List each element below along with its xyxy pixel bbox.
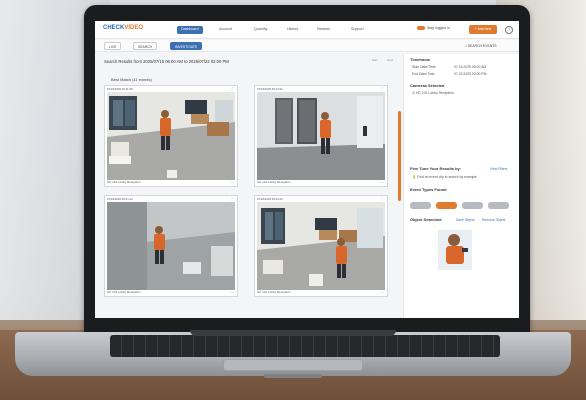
refine-title: Fine Tune Your Results by: <box>410 166 462 171</box>
logo-prefix: CHECK <box>103 25 125 31</box>
start-value[interactable]: 07.15.2025 06:00 AM <box>454 65 486 69</box>
event-type-chip[interactable] <box>462 202 483 209</box>
camera-tile[interactable]: 07/18/2025 06:21:12 ⋮ HC 101 Lobby Recep… <box>104 195 238 297</box>
camera-timestamp: 07/18/2025 06:24:40 <box>257 197 283 201</box>
camera-more-icon[interactable]: ⋯ <box>230 290 234 295</box>
laptop-notch <box>264 374 322 378</box>
camera-grid: 07/18/2025 06:11:08 ⋮ HC 101 Lobby Recep… <box>104 85 396 303</box>
start-label: Start Date/Time <box>412 65 436 69</box>
filter-sidebar: Timeframe Start Date/Time 07.15.2025 06:… <box>403 54 519 318</box>
nav-quantity[interactable]: Quantity <box>250 26 271 34</box>
search-events-link[interactable]: ⌕ SEARCH EVENTS <box>465 42 496 50</box>
refine-hint-text: Find an event clip to search by example <box>417 175 477 179</box>
grid-control[interactable]: Grid <box>387 58 393 62</box>
laptop-hinge <box>190 330 396 336</box>
sort-control[interactable]: Sort <box>372 58 378 62</box>
stay-logged-in-label: Stay logged in <box>427 26 450 30</box>
live-button[interactable]: LIVE <box>104 42 122 50</box>
nav-history[interactable]: History <box>283 26 302 34</box>
camera-timestamp: 07/18/2025 06:13:32 <box>257 87 283 91</box>
brand-logo[interactable]: CHECKVIDEO <box>103 25 143 31</box>
end-label: End Date/Time <box>412 72 435 76</box>
laptop-screen: CHECKVIDEO Dashboard Account Quantity Hi… <box>95 21 519 318</box>
timeframe-title: Timeframe <box>410 57 431 62</box>
best-match-label: Best Match (11 events) <box>111 77 152 82</box>
laptop-keyboard <box>110 335 500 357</box>
camera-label: HC 101 Lobby Reception <box>257 180 291 184</box>
camera-more-icon[interactable]: ⋯ <box>230 180 234 185</box>
camera-label: HC 101 Lobby Reception <box>257 290 291 294</box>
event-type-chip[interactable] <box>436 202 457 209</box>
camera-timestamp: 07/18/2025 06:21:12 <box>107 197 133 201</box>
camera-timestamp: 07/18/2025 06:11:08 <box>107 87 133 91</box>
top-navigation: CHECKVIDEO Dashboard Account Quantity Hi… <box>95 21 519 39</box>
investigate-button[interactable]: INVESTIGATE <box>170 42 203 50</box>
object-thumbnail[interactable] <box>438 230 472 270</box>
event-type-chip[interactable] <box>410 202 431 209</box>
laptop-trackpad <box>223 359 363 371</box>
camera-view-lobby <box>107 92 235 180</box>
camera-menu-icon[interactable]: ⋮ <box>230 196 234 201</box>
remove-object-link[interactable]: Remove Object <box>482 218 505 222</box>
search-button[interactable]: SEARCH <box>133 42 158 50</box>
end-value[interactable]: 07.22.2025 02:00 PM <box>454 72 486 76</box>
toggle-icon[interactable] <box>417 26 425 31</box>
nav-network[interactable]: Network <box>313 26 334 34</box>
camera-selected-item[interactable]: ☑ HC 101 Lobby Reception <box>412 91 454 95</box>
camera-menu-icon[interactable]: ⋮ <box>380 86 384 91</box>
camera-view-elevator <box>257 92 385 180</box>
results-title: Search Results from 2025/07/15 06:00 AM … <box>104 59 229 64</box>
help-icon[interactable]: ? <box>505 26 513 34</box>
view-filters-link[interactable]: View Filters <box>490 167 507 171</box>
cameras-selected-title: Cameras Selected <box>410 83 445 88</box>
camera-view-lobby-2 <box>257 202 385 290</box>
nav-support[interactable]: Support <box>347 26 368 34</box>
camera-more-icon[interactable]: ⋯ <box>380 290 384 295</box>
camera-tile[interactable]: 07/18/2025 06:11:08 ⋮ HC 101 Lobby Recep… <box>104 85 238 187</box>
logo-suffix: VIDEO <box>124 25 144 31</box>
camera-menu-icon[interactable]: ⋮ <box>380 196 384 201</box>
mode-toolbar: LIVE SEARCH INVESTIGATE ⌕ SEARCH EVENTS <box>95 40 519 52</box>
event-type-chip[interactable] <box>488 202 509 209</box>
event-types-title: Event Types Found <box>410 187 447 192</box>
camera-label: HC 101 Lobby Reception <box>107 290 141 294</box>
camera-menu-icon[interactable]: ⋮ <box>230 86 234 91</box>
stay-logged-in[interactable]: Stay logged in <box>417 26 450 31</box>
nav-dashboard[interactable]: Dashboard <box>177 26 203 34</box>
nav-account[interactable]: Account <box>215 26 236 34</box>
camera-more-icon[interactable]: ⋯ <box>380 180 384 185</box>
camera-view-hallway <box>107 202 235 290</box>
search-events-label: SEARCH EVENTS <box>467 44 497 48</box>
add-new-button[interactable]: + Add New <box>469 25 497 34</box>
refine-hint: 💡 Find an event clip to search by exampl… <box>412 175 477 179</box>
object-searched-title: Object Searched <box>410 217 442 222</box>
camera-selected-label: HC 101 Lobby Reception <box>415 91 454 95</box>
camera-tile[interactable]: 07/18/2025 06:13:32 ⋮ HC 101 Lobby Recep… <box>254 85 388 187</box>
save-object-link[interactable]: Save Object <box>456 218 474 222</box>
scrollbar-indicator[interactable] <box>398 111 401 201</box>
camera-tile[interactable]: 07/18/2025 06:24:40 ⋮ HC 101 Lobby Recep… <box>254 195 388 297</box>
camera-label: HC 101 Lobby Reception <box>107 180 141 184</box>
